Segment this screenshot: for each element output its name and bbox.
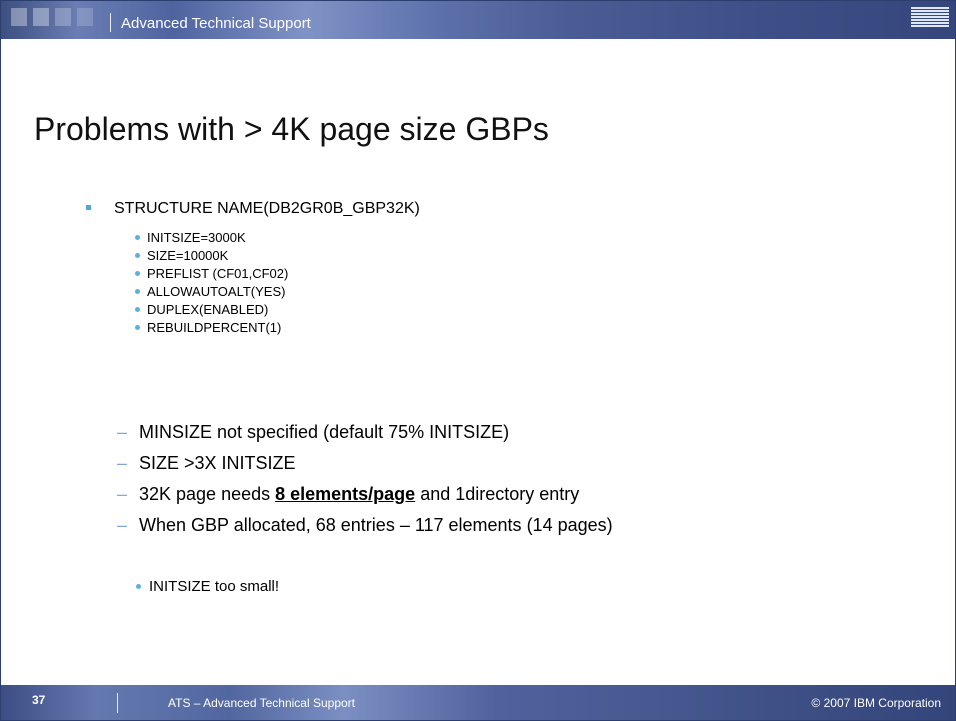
decor-square [77, 8, 93, 26]
list-item: –32K page needs 8 elements/page and 1dir… [117, 484, 580, 504]
dash-bullet-icon: – [117, 453, 128, 473]
dash-bullet-icon: – [117, 484, 128, 504]
footer-divider [117, 693, 118, 713]
dot-bullet-icon [135, 307, 140, 312]
slide: Advanced Technical Support Problems with… [0, 0, 956, 721]
list-item: DUPLEX(ENABLED) [135, 301, 288, 319]
list-item: INITSIZE=3000K [135, 229, 288, 247]
dot-bullet-icon [135, 253, 140, 258]
dash-bullet-icon: – [117, 515, 128, 535]
decor-square [11, 8, 27, 26]
list-item: ALLOWAUTOALT(YES) [135, 283, 288, 301]
ibm-logo-icon [911, 7, 949, 27]
dot-bullet-icon [136, 584, 141, 589]
decor-square [33, 8, 49, 26]
dot-bullet-icon [135, 325, 140, 330]
list-item: – SIZE >3X INITSIZE [117, 453, 296, 473]
dot-bullet-icon [135, 235, 140, 240]
structure-parameter-list: INITSIZE=3000K SIZE=10000K PREFLIST (CF0… [135, 229, 288, 337]
dot-bullet-icon [135, 289, 140, 294]
header-title: Advanced Technical Support [121, 15, 311, 32]
header-divider [110, 13, 111, 32]
dot-bullet-icon [135, 271, 140, 276]
structure-label: STRUCTURE NAME(DB2GR0B_GBP32K) [114, 200, 420, 217]
list-item: REBUILDPERCENT(1) [135, 319, 288, 337]
slide-title: Problems with > 4K page size GBPs [34, 111, 549, 147]
list-item: – When GBP allocated, 68 entries – 117 el… [117, 515, 613, 535]
emphasis-text: 8 elements/page [275, 484, 416, 504]
list-item: INITSIZE too small! [136, 577, 279, 597]
decor-square [55, 8, 71, 26]
list-item: – MINSIZE not specified (default 75% INIT… [117, 422, 510, 442]
footer-banner: 37 ATS – Advanced Technical Support © 20… [1, 685, 955, 720]
copyright-text: © 2007 IBM Corporation [811, 696, 941, 710]
structure-bullet: STRUCTURE NAME(DB2GR0B_GBP32K) [86, 200, 420, 218]
dash-bullet-icon: – [117, 422, 128, 442]
footer-left-text: ATS – Advanced Technical Support [168, 696, 356, 710]
header-banner: Advanced Technical Support [1, 1, 955, 39]
square-bullet-icon [86, 205, 91, 210]
list-item: SIZE=10000K [135, 247, 288, 265]
conclusion-list: INITSIZE too small! [136, 577, 279, 597]
observations-list: – MINSIZE not specified (default 75% INIT… [117, 421, 613, 545]
page-number: 37 [32, 693, 46, 707]
list-item: PREFLIST (CF01,CF02) [135, 265, 288, 283]
